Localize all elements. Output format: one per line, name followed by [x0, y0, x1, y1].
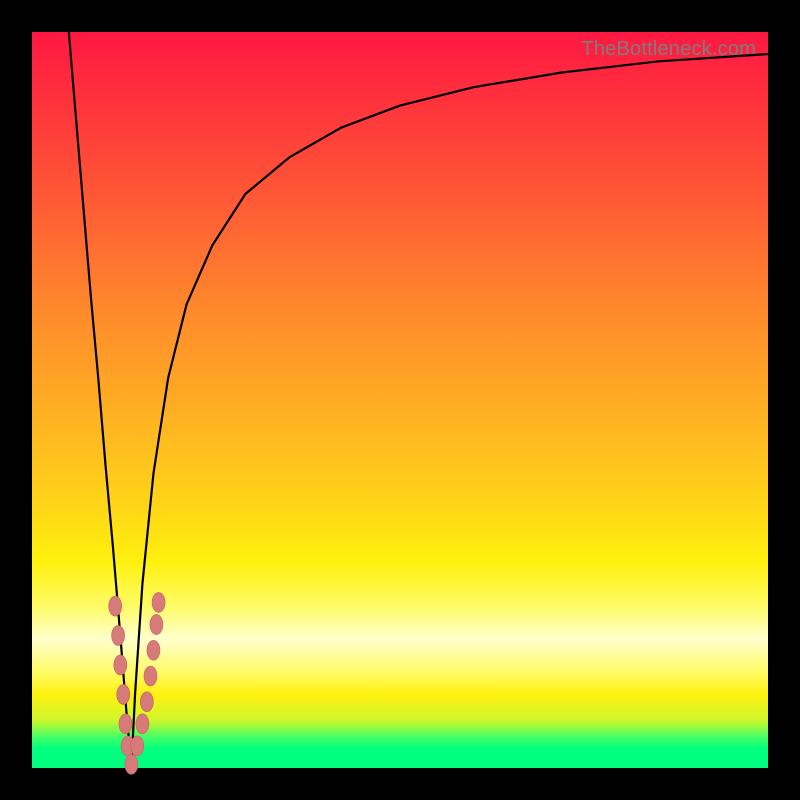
- marker-point: [140, 692, 153, 712]
- chart-frame: TheBottleneck.com: [0, 0, 800, 800]
- marker-point: [150, 614, 163, 634]
- marker-point: [112, 626, 125, 646]
- marker-point: [136, 714, 149, 734]
- marker-point: [131, 736, 144, 756]
- marker-group: [109, 592, 165, 774]
- curve-group: [69, 32, 768, 768]
- marker-point: [152, 592, 165, 612]
- marker-point: [144, 666, 157, 686]
- marker-point: [125, 754, 138, 774]
- marker-point: [109, 596, 122, 616]
- plot-area: TheBottleneck.com: [32, 32, 768, 768]
- marker-point: [147, 640, 160, 660]
- chart-overlay: [32, 32, 768, 768]
- marker-point: [117, 684, 130, 704]
- marker-point: [114, 655, 127, 675]
- marker-point: [119, 714, 132, 734]
- curve-right-branch: [131, 54, 768, 768]
